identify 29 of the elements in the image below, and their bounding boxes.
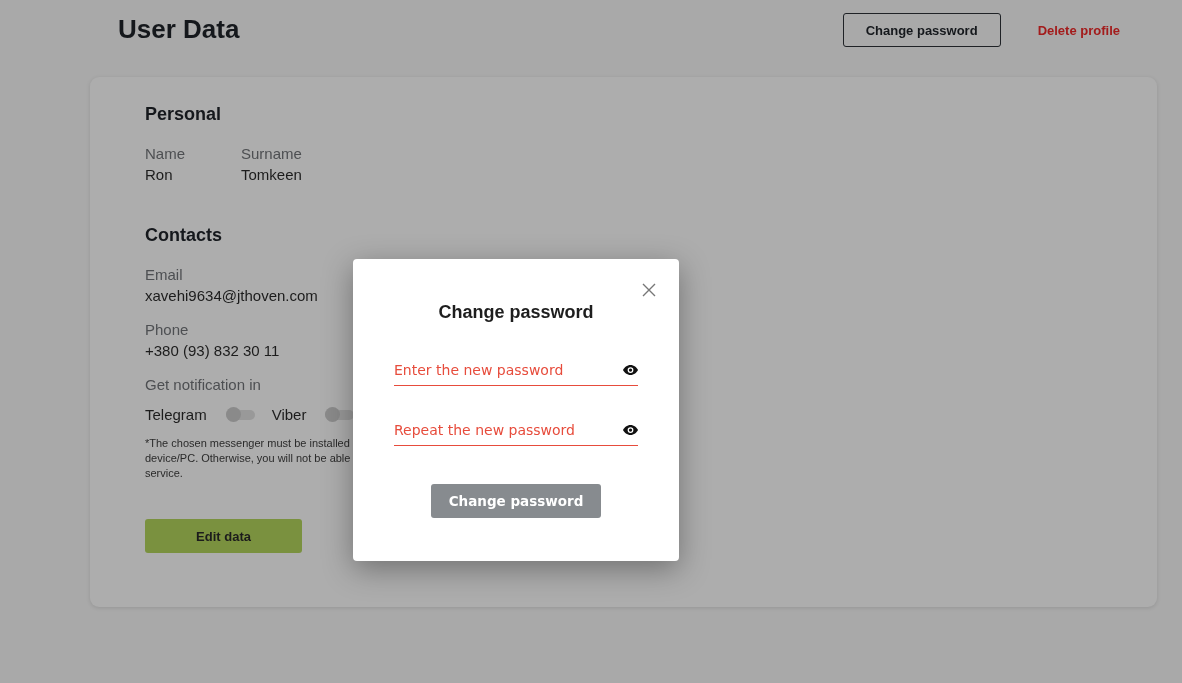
field-value: xavehi9634@jthoven.com — [145, 287, 318, 304]
eye-icon[interactable] — [623, 365, 638, 375]
change-password-button[interactable]: Change password — [842, 13, 1001, 47]
field-label: Phone — [145, 321, 189, 338]
edit-data-button[interactable]: Edit data — [145, 519, 302, 553]
field-label: Name — [145, 145, 185, 162]
note-text: device/PC. Otherwise, you will not be able — [145, 451, 351, 466]
close-icon[interactable] — [642, 283, 656, 297]
delete-profile-link[interactable]: Delete profile — [1037, 22, 1120, 38]
note-text: *The chosen messenger must be installed — [145, 436, 350, 451]
toggle-switch[interactable] — [325, 409, 355, 420]
field-label: Email — [145, 266, 183, 283]
eye-icon[interactable] — [623, 425, 638, 435]
password-field[interactable]: Repeat the new password — [394, 419, 638, 446]
dialog-title: Change password — [438, 302, 594, 323]
page-title: User Data — [118, 13, 241, 45]
note-text: service. — [145, 466, 183, 481]
field-value: Ron — [145, 166, 173, 183]
section-heading: Personal — [145, 104, 222, 125]
field-value: Tomkeen — [241, 166, 302, 183]
field-label: Surname — [241, 145, 302, 162]
toggle-switch[interactable] — [225, 409, 255, 420]
field-value: +380 (93) 832 30 11 — [145, 342, 280, 359]
messenger-label: Telegram — [145, 406, 207, 423]
change-password-button[interactable]: Change password — [431, 484, 601, 518]
password-field[interactable]: Enter the new password — [394, 359, 638, 386]
messenger-label: Viber — [271, 406, 307, 423]
notification-label: Get notification in — [145, 376, 261, 393]
section-heading: Contacts — [145, 225, 222, 246]
